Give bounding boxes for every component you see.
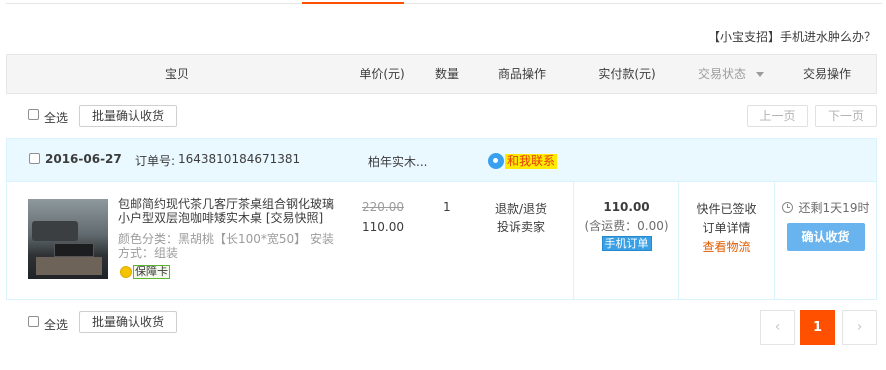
guarantee-label: 保障卡 [133,265,170,279]
wangwang-chat-icon [488,153,504,169]
shop-name-link[interactable]: 柏年实木... [368,153,427,170]
clock-icon [781,201,793,213]
select-all-label-bottom[interactable]: 全选 [44,316,68,333]
remaining-time: 还剩1天19时 [775,199,876,215]
unit-price: 110.00 [362,220,404,234]
complain-seller-link[interactable]: 投诉卖家 [469,218,573,236]
tip-link[interactable]: 【小宝支招】手机进水肿么办？ [708,28,876,45]
paid-amount: 110.00 [603,200,650,214]
original-price: 220.00 [362,200,404,214]
table-header: 宝贝 单价(元) 数量 商品操作 实付款(元) 交易状态 交易操作 [6,54,877,94]
prev-page-button[interactable]: 上一页 [747,105,808,127]
order-number-label: 订单号: [135,154,176,168]
payment-cell: 110.00 (含运费：0.00) 手机订单 [575,199,678,251]
header-status: 交易状态 [697,67,746,81]
guarantee-icon [120,266,132,278]
confirm-receipt-button[interactable]: 确认收货 [786,223,865,251]
contact-seller-label: 和我联系 [505,153,558,169]
order-card: 2016-06-27 订单号: 1643810184671381 柏年实木...… [6,138,877,300]
select-all-label[interactable]: 全选 [44,109,68,126]
header-trade-actions: 交易操作 [802,67,851,81]
product-sku: 颜色分类：黑胡桃【长100*宽50】 安装方式：组装 [118,232,334,260]
order-date: 2016-06-27 [45,152,122,166]
header-item: 宝贝 [164,67,189,81]
pager-next-button[interactable]: › [842,310,877,345]
select-all-checkbox[interactable] [28,109,39,120]
batch-confirm-button-bottom[interactable]: 批量确认收货 [79,311,177,333]
status-text: 快件已签收 [696,202,757,216]
quantity: 1 [443,200,451,214]
thumbnail-rug-shape [36,257,102,275]
header-status-filter[interactable]: 交易状态 [683,55,779,93]
bulk-actions-bottom: 全选 批量确认收货 [6,310,877,336]
shipping-fee: (含运费：0.00) [584,219,669,233]
active-tab-indicator [302,2,404,4]
thumbnail-table-shape [54,243,94,257]
order-number: 1643810184671381 [178,152,301,166]
header-unit-price: 单价(元) [359,67,405,81]
refund-link[interactable]: 退款/退货 [469,200,573,218]
product-title-link[interactable]: 包邮简约现代茶几客厅茶桌组合钢化玻璃小户型双层泡咖啡矮实木桌 [交易快照] [118,197,340,225]
remaining-time-text: 还剩1天19时 [798,200,870,215]
header-quantity: 数量 [434,67,459,81]
pager-current-page[interactable]: 1 [800,310,835,345]
next-page-button[interactable]: 下一页 [815,105,877,127]
header-paid: 实付款(元) [598,67,656,81]
chevron-down-icon [756,72,764,77]
batch-confirm-button[interactable]: 批量确认收货 [79,105,177,127]
status-cell: 快件已签收 订单详情 查看物流 [679,200,774,257]
guarantee-card-badge[interactable]: 保障卡 [120,265,170,279]
column-divider [573,182,574,299]
top-divider [6,3,882,4]
bulk-actions-top: 全选 批量确认收货 上一页 下一页 [6,104,877,130]
view-logistics-link[interactable]: 查看物流 [679,238,774,257]
pager-prev-button[interactable]: ‹ [760,310,795,345]
contact-seller-button[interactable]: 和我联系 [488,152,558,170]
header-item-actions: 商品操作 [497,67,546,81]
order-item-row: 包邮简约现代茶几客厅茶桌组合钢化玻璃小户型双层泡咖啡矮实木桌 [交易快照] 颜色… [7,182,876,299]
thumbnail-sofa-shape [32,221,78,241]
order-checkbox[interactable] [29,153,40,164]
mobile-order-badge[interactable]: 手机订单 [601,236,652,251]
action-cell: 还剩1天19时 确认收货 [775,199,876,251]
order-header: 2016-06-27 订单号: 1643810184671381 柏年实木...… [7,139,876,182]
order-detail-link[interactable]: 订单详情 [679,219,774,238]
select-all-checkbox-bottom[interactable] [28,316,39,327]
product-thumbnail[interactable] [28,199,108,279]
item-operations: 退款/退货 投诉卖家 [469,200,573,236]
